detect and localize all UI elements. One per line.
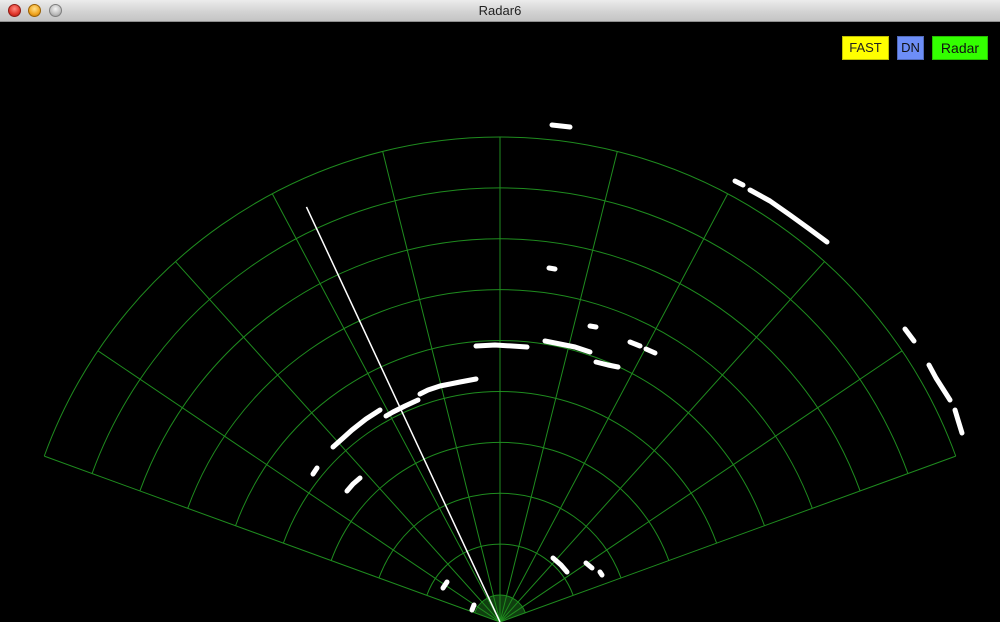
radar-canvas[interactable]: FAST DN Radar <box>0 22 1000 622</box>
radar-echo <box>926 362 953 403</box>
bearing-spoke <box>499 455 956 622</box>
radar-echo <box>583 560 595 571</box>
sweep-line <box>305 206 501 622</box>
radar-echo <box>902 326 917 344</box>
bearing-spoke <box>97 350 501 622</box>
radar-echo <box>593 359 621 370</box>
radar-echo <box>747 187 830 245</box>
radar-echo <box>473 342 530 350</box>
window-title: Radar6 <box>478 3 522 18</box>
radar-echo <box>546 265 558 272</box>
radar-echo <box>344 475 363 494</box>
radar-echo <box>643 346 658 356</box>
radar-echo <box>597 569 605 578</box>
radar-echo <box>440 579 450 591</box>
app-window: Radar6 FAST DN Radar <box>0 0 1000 622</box>
dn-button[interactable]: DN <box>897 36 924 60</box>
radar-echo <box>469 602 477 613</box>
bearing-spoke <box>499 350 903 622</box>
title-bar: Radar6 <box>0 0 1000 22</box>
bearing-spoke <box>499 151 618 622</box>
radar-echo <box>627 339 643 349</box>
bearing-spoke <box>499 261 825 622</box>
radar-button[interactable]: Radar <box>932 36 988 60</box>
radar-echo <box>310 465 320 477</box>
radar-echo <box>732 178 746 188</box>
bearing-spoke <box>499 193 729 622</box>
bearing-spoke <box>44 455 501 622</box>
radar-echo <box>550 555 570 575</box>
radar-echo <box>952 407 965 436</box>
radar-echo <box>587 323 599 330</box>
bearing-spoke <box>271 193 501 622</box>
radar-echo <box>417 376 479 397</box>
radar-display <box>43 122 965 622</box>
radar-echo <box>549 122 573 130</box>
fast-button[interactable]: FAST <box>842 36 889 60</box>
